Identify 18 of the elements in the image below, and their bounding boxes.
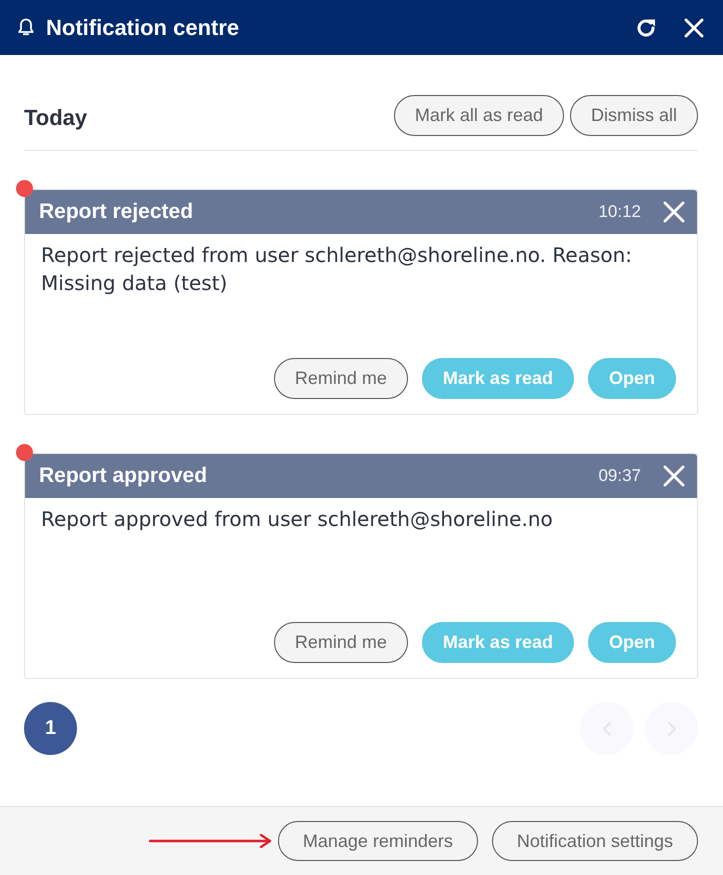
- notification-title: Report approved: [39, 464, 208, 488]
- notification-title: Report rejected: [39, 200, 194, 224]
- remind-button[interactable]: Remind me: [274, 622, 408, 663]
- mark-all-read-button[interactable]: Mark all as read: [394, 95, 564, 136]
- notification-message: Report rejected from user schlereth@shoreline.no. Reason: Missing data (test): [41, 242, 634, 297]
- dismiss-all-button[interactable]: Dismiss all: [570, 95, 698, 136]
- section-title: Today: [24, 104, 88, 130]
- page-button[interactable]: 1: [24, 702, 77, 755]
- notification-settings-button[interactable]: Notification settings: [492, 821, 698, 861]
- close-icon[interactable]: [684, 18, 704, 38]
- notification-time: 10:12: [598, 202, 641, 222]
- refresh-icon[interactable]: [635, 16, 657, 38]
- notification-message: Report approved from user schlereth@shoreline.no: [41, 506, 554, 533]
- remind-button[interactable]: Remind me: [274, 358, 408, 399]
- manage-reminders-button[interactable]: Manage reminders: [278, 821, 478, 861]
- bell-icon: [18, 18, 34, 37]
- notification-time: 09:37: [598, 466, 641, 486]
- window-title: Notification centre: [46, 14, 240, 40]
